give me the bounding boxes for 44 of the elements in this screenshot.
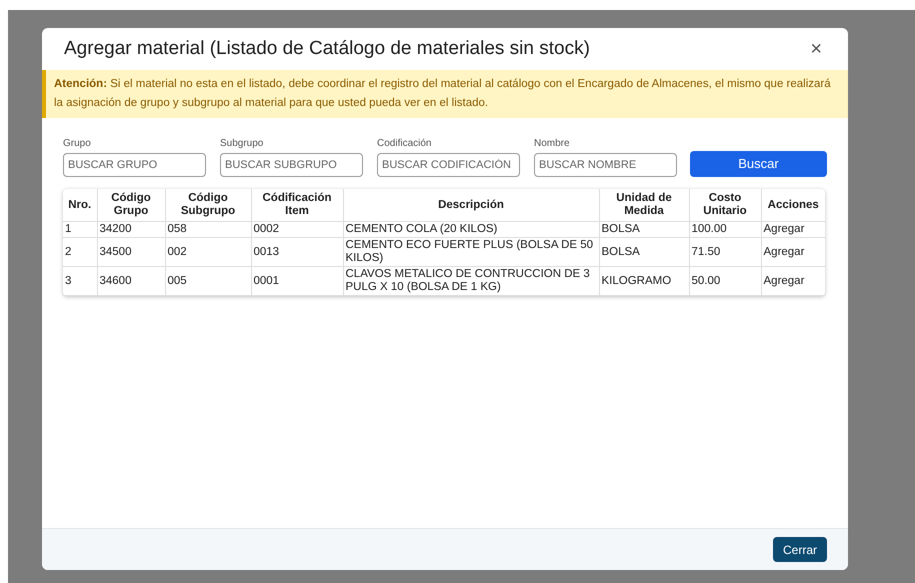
warning-alert: Atención: Si el material no esta en el listado, debe coordinar el registro del material al catálogo con el Encargado de Almacenes, el mismo que realizará la asignación de grupo y subgrupo al material para que usted pueda ver en el listado. [42,70,848,118]
dialog-title: Agregar material (Listado de Catálogo de materiales sin stock) [64,36,590,61]
table-cell: 34600 [97,266,165,296]
column-header: Nro. [63,189,97,222]
field-label: Codificación [377,137,432,151]
table-cell: 100.00 [689,222,761,238]
table-cell: KILOGRAMO [599,266,689,296]
table-cell: 002 [165,238,251,266]
add-link[interactable]: Agregar [761,222,825,238]
table-cell: 058 [165,222,251,238]
column-header: Códificación Item [251,189,343,222]
table-cell: 71.50 [689,238,761,266]
close-dialog-button[interactable]: Cerrar [772,537,827,562]
search-field[interactable]: BUSCAR GRUPO [63,153,206,177]
field-label: Subgrupo [220,137,264,151]
search-field[interactable]: BUSCAR NOMBRE [534,153,677,177]
table-cell: 0001 [251,266,343,296]
table-cell: 2 [63,238,97,266]
column-header: Unidad de Medida [599,189,689,222]
search-button[interactable]: Buscar [690,151,827,177]
column-header: Acciones [761,189,825,222]
add-link[interactable]: Agregar [761,238,825,266]
table-cell: 005 [165,266,251,296]
table-cell: CLAVOS METALICO DE CONTRUCCION DE 3 PULG X 10 (BOLSA DE 1 KG) [343,266,599,296]
table-cell: 34200 [97,222,165,238]
table-cell: BOLSA [599,222,689,238]
search-field[interactable]: BUSCAR SUBGRUPO [220,153,363,177]
table-cell: CEMENTO ECO FUERTE PLUS (BOLSA DE 50 KILOS) [343,238,599,266]
column-header: Código Grupo [97,189,165,222]
column-header: Descripción [343,189,599,222]
table-cell: 1 [63,222,97,238]
table-cell: CEMENTO COLA (20 KILOS) [343,222,599,238]
table-cell: 0002 [251,222,343,238]
field-label: Grupo [63,137,92,151]
add-link[interactable]: Agregar [761,266,825,296]
table-cell: 34500 [97,238,165,266]
table-cell: 50.00 [689,266,761,296]
column-header: Código Subgrupo [165,189,251,222]
table-cell: BOLSA [599,238,689,266]
table-cell: 0013 [251,238,343,266]
field-label: Nombre [534,137,571,151]
close-button[interactable]: × [806,39,826,59]
table-cell: 3 [63,266,97,296]
column-header: Costo Unitario [689,189,761,222]
